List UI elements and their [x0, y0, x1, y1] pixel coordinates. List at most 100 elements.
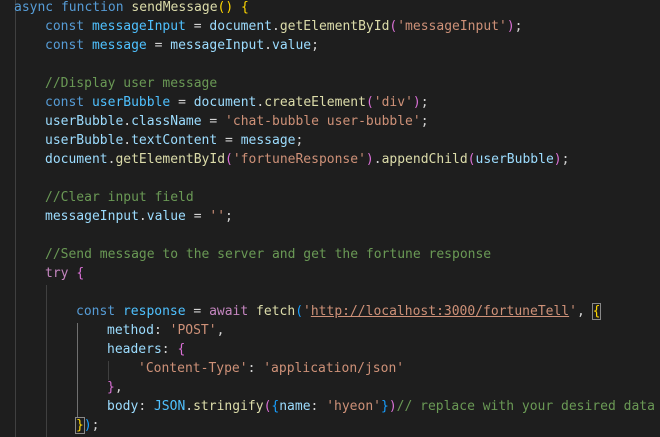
- code-token: name: [279, 399, 311, 414]
- code-token: message: [91, 38, 147, 53]
- code-token: {: [76, 266, 85, 281]
- code-line: async function sendMessage() {: [0, 0, 660, 17]
- code-line: //Clear input field: [0, 188, 660, 207]
- code-token: 'Content-Type': [138, 361, 248, 376]
- code-token: fetch: [256, 304, 296, 319]
- code-token: http://localhost:3000/fortuneTell: [310, 304, 570, 319]
- code-line: messageInput.value = '';: [0, 207, 660, 226]
- code-token: ): [83, 418, 92, 433]
- code-token: JSON: [153, 399, 186, 414]
- code-token: =: [170, 95, 194, 110]
- code-token: userBubble: [45, 114, 124, 129]
- code-token: message: [240, 133, 296, 148]
- code-token: .: [373, 152, 382, 167]
- code-token: =: [217, 133, 241, 148]
- code-token: {: [177, 342, 186, 357]
- code-line: });: [0, 416, 660, 435]
- code-token: appendChild: [381, 152, 468, 167]
- code-token: ,: [216, 323, 225, 338]
- code-line: headers: {: [0, 340, 660, 359]
- code-token: }: [75, 417, 85, 434]
- code-token: getElementById: [279, 19, 390, 34]
- code-line: const response = await fetch('http://loc…: [0, 302, 660, 321]
- code-token: headers: [107, 342, 162, 357]
- code-line: try {: [0, 264, 660, 283]
- code-token: ,: [114, 380, 123, 395]
- code-token: //Send message to the server and get the…: [45, 247, 492, 262]
- code-token: (): [217, 0, 234, 15]
- code-token: 'chat-bubble user-bubble': [225, 114, 421, 129]
- code-token: ;: [514, 19, 523, 34]
- code-editor[interactable]: async function sendMessage() {const mess…: [0, 0, 660, 437]
- code-line: userBubble.textContent = message;: [0, 131, 660, 150]
- code-token: (: [225, 152, 233, 167]
- code-token: .: [123, 114, 132, 129]
- code-token: {: [241, 0, 249, 15]
- code-token: (: [365, 95, 374, 110]
- code-token: :: [161, 342, 178, 357]
- code-token: ;: [420, 114, 429, 129]
- code-token: userBubble: [45, 133, 124, 148]
- code-token: ): [412, 95, 421, 110]
- code-token: getElementById: [115, 152, 226, 167]
- code-token: stringify: [193, 399, 264, 414]
- code-line: userBubble.className = 'chat-bubble user…: [0, 112, 660, 131]
- code-token: // replace with your desired data: [396, 399, 655, 414]
- code-token: document: [45, 152, 108, 167]
- code-token: ,: [576, 304, 593, 319]
- code-token: .: [256, 95, 265, 110]
- code-token: ': [303, 304, 311, 319]
- code-token: body: [107, 399, 139, 414]
- code-line: },: [0, 378, 660, 397]
- code-line: method: 'POST',: [0, 321, 660, 340]
- code-token: ;: [295, 133, 304, 148]
- code-token: createElement: [264, 95, 366, 110]
- code-line: const userBubble = document.createElemen…: [0, 93, 660, 112]
- code-token: {: [591, 303, 602, 320]
- code-token: ): [388, 399, 397, 414]
- code-token: response: [122, 304, 186, 319]
- code-line: document. getElementById('fortuneResponse…: [0, 150, 660, 169]
- code-token: ;: [561, 152, 570, 167]
- code-token: (: [295, 304, 304, 319]
- code-token: userBubble: [91, 95, 171, 110]
- code-token: ): [553, 152, 562, 167]
- code-token: function: [60, 0, 124, 15]
- code-token: try: [45, 266, 69, 281]
- code-token: const: [45, 95, 85, 110]
- code-token: .: [138, 209, 147, 224]
- code-token: =: [185, 19, 210, 34]
- code-token: .: [272, 19, 280, 34]
- code-token: value: [146, 209, 186, 224]
- code-token: value: [272, 38, 312, 53]
- code-token: ;: [311, 38, 319, 53]
- code-token: '': [209, 209, 226, 224]
- code-token: .: [185, 399, 194, 414]
- code-token: async: [14, 0, 54, 15]
- code-token: userBubble: [475, 152, 554, 167]
- code-token: 'fortuneResponse': [232, 152, 366, 167]
- code-token: =: [146, 38, 171, 53]
- code-token: .: [123, 133, 132, 148]
- code-token: const: [76, 304, 116, 319]
- code-line: const messageInput = document.getElement…: [0, 17, 660, 36]
- code-token: className: [131, 114, 202, 129]
- code-token: textContent: [131, 133, 218, 148]
- code-token: await: [209, 304, 249, 319]
- code-token: }: [380, 399, 389, 414]
- code-token: ): [365, 152, 374, 167]
- code-token: :: [310, 399, 327, 414]
- code-token: :: [247, 361, 264, 376]
- code-token: }: [107, 380, 115, 395]
- code-token: //Clear input field: [45, 190, 194, 205]
- code-line: 'Content-Type': 'application/json': [0, 359, 660, 378]
